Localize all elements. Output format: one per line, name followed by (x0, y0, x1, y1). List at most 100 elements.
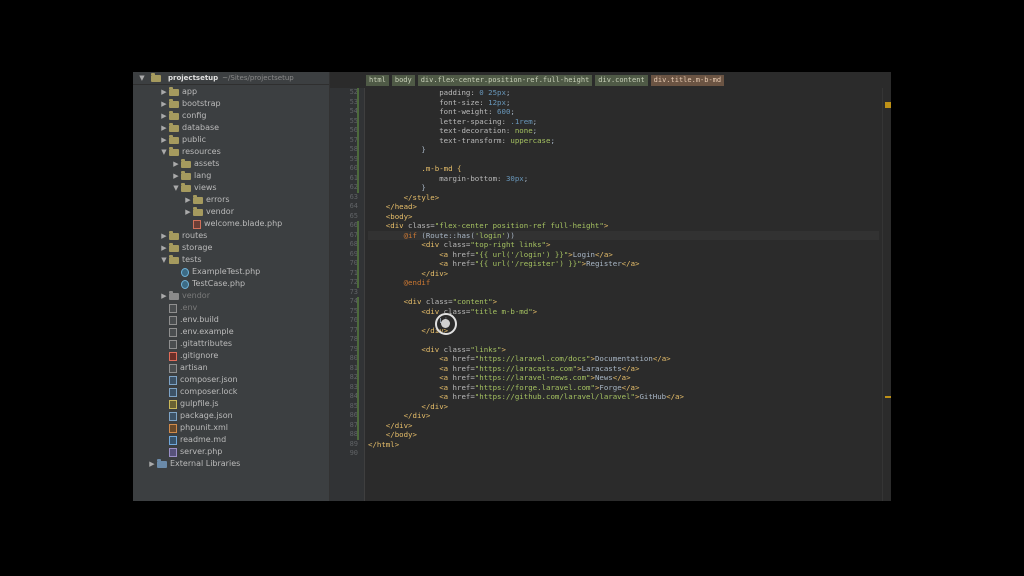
code-line[interactable]: } (368, 183, 425, 193)
tree-folder-row[interactable]: ▶ routes (133, 230, 207, 242)
tree-file-row[interactable]: .env (133, 302, 197, 314)
code-line[interactable]: <a href="{{ url('/register') }}">Registe… (368, 259, 639, 269)
chevron-right-icon[interactable]: ▶ (159, 242, 169, 254)
tree-item-label: External Libraries (170, 459, 241, 468)
code-area[interactable]: padding: 0 25px; font-size: 12px; font-w… (368, 88, 879, 501)
tree-file-row[interactable]: server.php (133, 446, 222, 458)
code-line[interactable]: } (368, 145, 425, 155)
code-line[interactable]: padding: 0 25px; (368, 88, 510, 98)
tree-folder-row[interactable]: ▶ storage (133, 242, 212, 254)
tree-file-row[interactable]: ExampleTest.php (133, 266, 260, 278)
tree-folder-row[interactable]: ▶ errors (133, 194, 230, 206)
tree-folder-row[interactable]: ▶ database (133, 122, 219, 134)
code-line[interactable]: </div> (368, 269, 448, 279)
tree-file-row[interactable]: welcome.blade.php (133, 218, 282, 230)
editor-scrollbar[interactable] (882, 88, 891, 501)
tree-folder-row[interactable]: ▼ resources (133, 146, 221, 158)
project-root-row[interactable]: ▼ projectsetup ~/Sites/projectsetup (133, 72, 329, 85)
tree-file-row[interactable]: .gitattributes (133, 338, 232, 350)
chevron-right-icon[interactable]: ▶ (159, 110, 169, 122)
breadcrumb-item[interactable]: div.flex-center.position-ref.full-height (417, 75, 593, 86)
breadcrumb-item[interactable]: div.content (595, 75, 648, 86)
breadcrumb-item[interactable]: div.title.m-b-md (650, 75, 725, 86)
code-line[interactable]: .m-b-md { (368, 164, 461, 174)
tree-item-label: welcome.blade.php (204, 219, 283, 228)
chevron-right-icon[interactable]: ▶ (171, 170, 181, 182)
chevron-right-icon[interactable]: ▶ (147, 458, 157, 470)
code-line[interactable]: <a href="https://laracasts.com">Laracast… (368, 364, 639, 374)
tree-folder-row[interactable]: ▼ views (133, 182, 217, 194)
code-line[interactable]: </div> (368, 411, 431, 421)
code-line[interactable]: font-size: 12px; (368, 98, 510, 108)
code-line[interactable]: <a href="{{ url('/login') }}">Login</a> (368, 250, 613, 260)
breadcrumb-item[interactable]: html (366, 75, 389, 86)
code-token: <a (368, 363, 453, 373)
code-line[interactable]: <a href="https://laravel.com/docs">Docum… (368, 354, 670, 364)
chevron-right-icon[interactable]: ▶ (159, 230, 169, 242)
tree-file-row[interactable]: .env.example (133, 326, 234, 338)
tree-file-row[interactable]: phpunit.xml (133, 422, 228, 434)
chevron-right-icon[interactable]: ▶ (159, 122, 169, 134)
tree-file-row[interactable]: readme.md (133, 434, 226, 446)
tree-file-row[interactable]: .gitignore (133, 350, 218, 362)
code-line[interactable]: <div class="flex-center position-ref ful… (368, 221, 609, 231)
code-line[interactable]: letter-spacing: .1rem; (368, 117, 537, 127)
code-line[interactable]: <body> (368, 212, 413, 222)
chevron-right-icon[interactable]: ▶ (183, 206, 193, 218)
code-line[interactable]: text-decoration: none; (368, 126, 537, 136)
tree-folder-row[interactable]: ▶ public (133, 134, 206, 146)
chevron-right-icon[interactable]: ▶ (159, 290, 169, 302)
code-line[interactable]: font-weight: 600; (368, 107, 515, 117)
tree-file-row[interactable]: composer.lock (133, 386, 237, 398)
chevron-right-icon[interactable]: ▶ (159, 134, 169, 146)
tree-file-row[interactable]: gulpfile.js (133, 398, 219, 410)
code-line[interactable]: <a href="https://github.com/laravel/lara… (368, 392, 684, 402)
code-line[interactable]: @endif (368, 278, 431, 288)
code-line[interactable]: </style> (368, 193, 440, 203)
tree-folder-row[interactable]: ▶ External Libraries (133, 458, 240, 470)
chevron-right-icon[interactable]: ▶ (171, 158, 181, 170)
code-line[interactable]: </div> (368, 421, 413, 431)
chevron-down-icon[interactable]: ▼ (137, 74, 147, 82)
chevron-right-icon[interactable]: ▶ (183, 194, 193, 206)
code-line[interactable]: </head> (368, 202, 417, 212)
tree-file-row[interactable]: TestCase.php (133, 278, 245, 290)
code-line[interactable]: </html> (368, 440, 399, 450)
code-line[interactable]: <a href="https://forge.laravel.com">Forg… (368, 383, 639, 393)
vcs-change-bar[interactable] (357, 221, 359, 288)
code-line[interactable]: text-transform: uppercase; (368, 136, 555, 146)
code-line[interactable]: @if (Route::has('login')) (368, 231, 515, 241)
tree-folder-row[interactable]: ▼ tests (133, 254, 202, 266)
code-line[interactable]: <a href="https://laravel-news.com">News<… (368, 373, 630, 383)
breadcrumb-item[interactable]: body (391, 75, 415, 86)
chevron-right-icon[interactable]: ▶ (159, 98, 169, 110)
vcs-change-bar[interactable] (357, 88, 359, 193)
code-line[interactable]: <div class="top-right links"> (368, 240, 550, 250)
code-line[interactable]: <div class="content"> (368, 297, 497, 307)
chevron-down-icon[interactable]: ▼ (171, 182, 181, 194)
tree-file-row[interactable]: .env.build (133, 314, 219, 326)
code-line[interactable]: <div class="links"> (368, 345, 506, 355)
tree-folder-row[interactable]: ▶ bootstrap (133, 98, 221, 110)
chevron-down-icon[interactable]: ▼ (159, 146, 169, 158)
chevron-right-icon[interactable]: ▶ (159, 86, 169, 98)
tree-folder-row[interactable]: ▶ assets (133, 158, 219, 170)
tree-folder-row[interactable]: ▶ config (133, 110, 206, 122)
vcs-change-bar[interactable] (357, 297, 359, 440)
tree-file-row[interactable]: package.json (133, 410, 233, 422)
tree-file-row[interactable]: composer.json (133, 374, 238, 386)
change-marker[interactable] (885, 396, 891, 398)
warning-marker-icon[interactable] (885, 102, 891, 108)
tree-folder-row[interactable]: ▶ vendor (133, 206, 234, 218)
folder-icon (193, 194, 203, 204)
tree-folder-row[interactable]: ▶ vendor (133, 290, 210, 302)
chevron-down-icon[interactable]: ▼ (159, 254, 169, 266)
code-editor[interactable]: html body div.flex-center.position-ref.ful… (330, 72, 891, 501)
code-line[interactable]: </body> (368, 430, 417, 440)
folder-icon (169, 122, 179, 132)
code-line[interactable]: margin-bottom: 30px; (368, 174, 528, 184)
tree-folder-row[interactable]: ▶ app (133, 86, 197, 98)
tree-file-row[interactable]: artisan (133, 362, 208, 374)
code-line[interactable]: </div> (368, 402, 448, 412)
tree-folder-row[interactable]: ▶ lang (133, 170, 211, 182)
